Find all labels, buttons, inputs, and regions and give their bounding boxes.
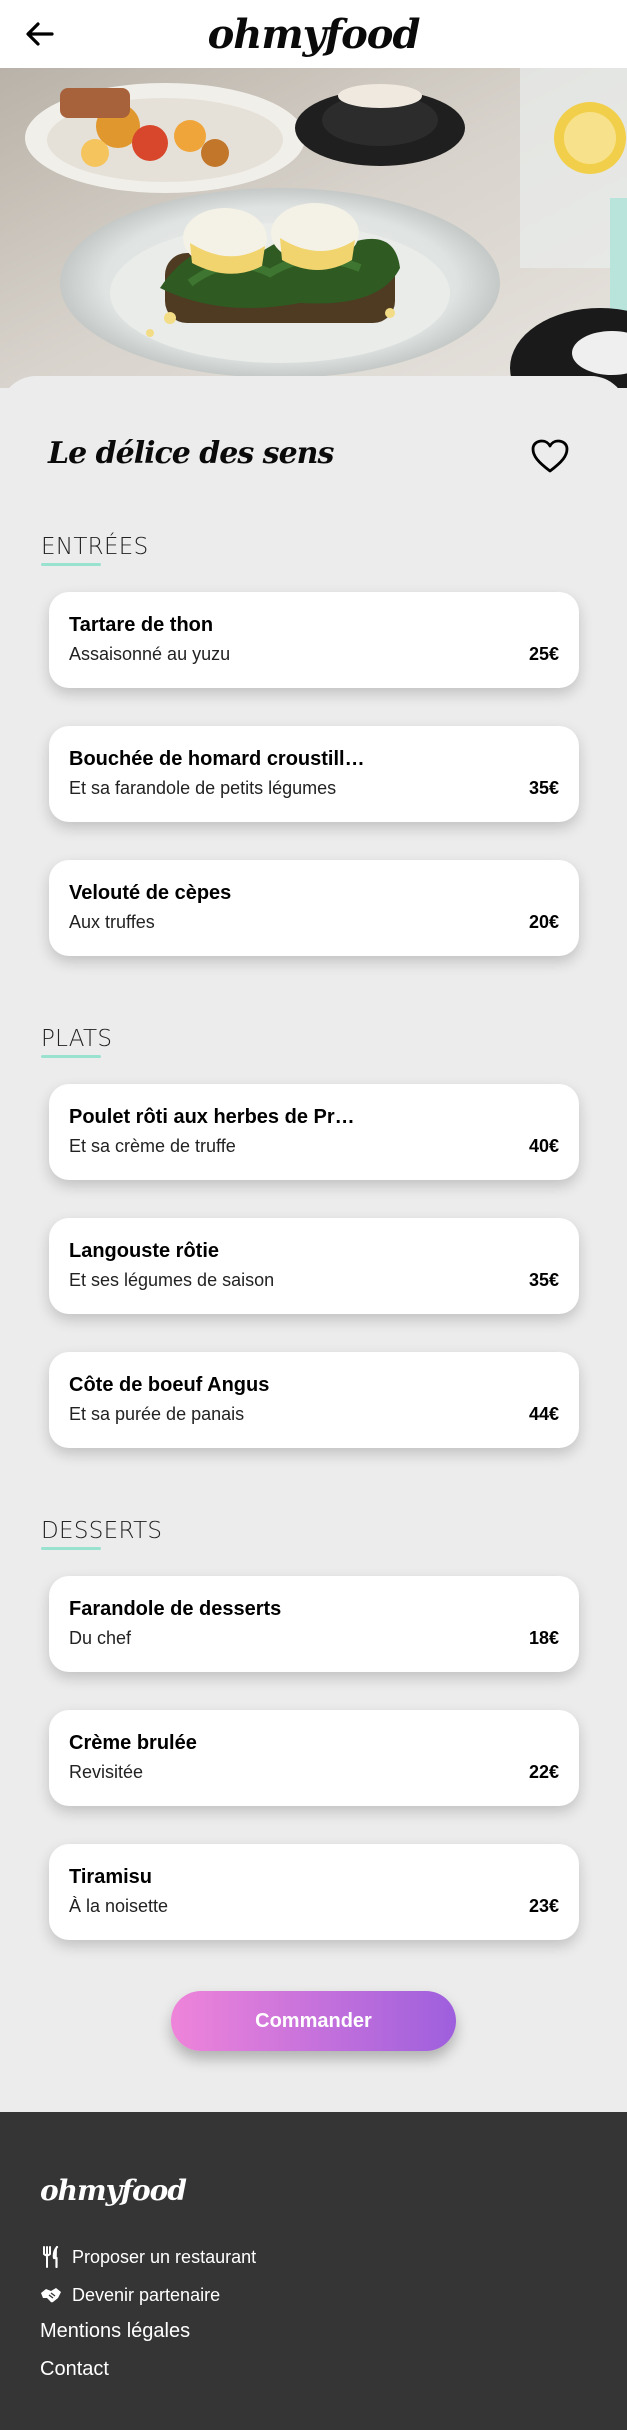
dish-price: 20€ [528,912,559,932]
dish-description: Et ses légumes de saison [69,1270,275,1290]
dish-card[interactable]: Crème brulée Revisitée 22€ [49,1710,579,1806]
dish-description: Aux truffes [69,912,155,932]
dish-name: Bouchée de homard croustill… [69,748,365,770]
dish-card[interactable]: Tiramisu À la noisette 23€ [49,1844,579,1940]
dish-name: Velouté de cèpes [69,882,232,904]
dish-card[interactable]: Langouste rôtie Et ses légumes de saison… [49,1218,579,1314]
footer-link-legal[interactable]: Mentions légales [40,2320,190,2343]
dish-name: Poulet rôti aux herbes de Pr… [69,1106,355,1128]
footer-link-become-partner[interactable]: Devenir partenaire [40,2284,220,2306]
dish-description: À la noisette [69,1896,169,1916]
dish-description: Et sa crème de truffe [69,1136,236,1156]
app-header: ohmyfood [0,0,627,68]
dish-card[interactable]: Velouté de cèpes Aux truffes 20€ [49,860,579,956]
footer-link-label: Proposer un restaurant [72,2246,257,2267]
dish-price: 25€ [528,644,559,664]
dish-name: Côte de boeuf Angus [69,1374,270,1396]
dish-price: 40€ [528,1136,559,1156]
footer-link-label: Mentions légales [40,2320,191,2342]
dish-name: Langouste rôtie [69,1240,220,1262]
dish-name: Tartare de thon [69,614,214,636]
heart-outline-icon[interactable] [530,438,570,474]
dish-price: 35€ [528,1270,559,1290]
dish-price: 18€ [528,1628,559,1648]
dish-price: 44€ [528,1404,559,1424]
menu-container: Le délice des sens ENTRÉES Tartare de th… [0,376,627,2112]
dish-description: Et sa purée de panais [69,1404,245,1424]
handshake-icon [40,2284,62,2306]
footer-logo: ohmyfood [40,2174,187,2207]
dish-card[interactable]: Bouchée de homard croustill… Et sa faran… [49,726,579,822]
utensils-icon [40,2245,62,2269]
footer-link-label: Contact [40,2358,109,2380]
dish-description: Et sa farandole de petits légumes [69,778,337,798]
dish-card[interactable]: Tartare de thon Assaisonné au yuzu 25€ [49,592,579,688]
dish-price: 22€ [528,1762,559,1782]
section-title-desserts: DESSERTS [41,1518,163,1550]
dish-description: Revisitée [69,1762,144,1782]
dish-price: 23€ [528,1896,559,1916]
footer-link-propose-restaurant[interactable]: Proposer un restaurant [40,2245,257,2269]
dish-name: Crème brulée [69,1732,197,1754]
arrow-left-icon[interactable] [24,20,56,48]
section-title-plats: PLATS [41,1026,113,1058]
dish-card[interactable]: Poulet rôti aux herbes de Pr… Et sa crèm… [49,1084,579,1180]
hero-food-image [0,68,627,388]
app-logo[interactable]: ohmyfood [208,11,421,58]
dish-description: Assaisonné au yuzu [69,644,231,664]
dish-name: Tiramisu [69,1866,152,1888]
footer: ohmyfood Proposer un restaurant Devenir … [0,2112,627,2430]
restaurant-name: Le délice des sens [48,436,334,471]
dish-card[interactable]: Côte de boeuf Angus Et sa purée de panai… [49,1352,579,1448]
dish-name: Farandole de desserts [69,1598,282,1620]
footer-link-label: Devenir partenaire [72,2284,221,2305]
order-button[interactable]: Commander [171,1991,456,2051]
section-title-entrees: ENTRÉES [41,534,149,566]
dish-description: Du chef [69,1628,132,1648]
dish-card[interactable]: Farandole de desserts Du chef 18€ [49,1576,579,1672]
footer-link-contact[interactable]: Contact [40,2358,109,2381]
dish-price: 35€ [528,778,559,798]
